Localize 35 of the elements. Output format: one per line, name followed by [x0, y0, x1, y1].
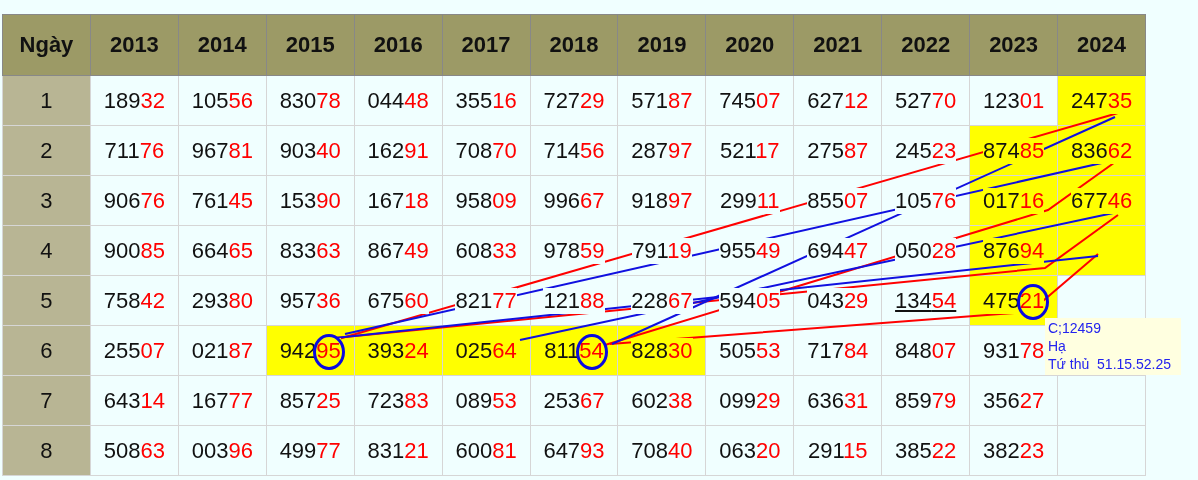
column-header: 2024 [1057, 14, 1146, 76]
day-cell: 6 [2, 325, 91, 376]
tooltip-text: Tứ thủ 51.15.52.25 [1048, 355, 1171, 373]
tooltip-text: Hạ [1048, 337, 1067, 355]
day-cell: 8 [2, 425, 91, 476]
table-cell: 01716 [983, 187, 1045, 214]
column-header: Ngày [2, 14, 91, 76]
table-cell: 82177 [455, 287, 517, 314]
column-header: 2015 [266, 14, 355, 76]
table-cell: 69447 [807, 237, 869, 264]
column-header: 2018 [530, 14, 618, 76]
column-header: 2014 [178, 14, 267, 76]
table-cell: 10576 [895, 187, 957, 214]
column-header: 2021 [793, 14, 882, 76]
day-cell: 4 [2, 225, 91, 276]
day-cell: 3 [2, 175, 91, 226]
day-cell: 1 [2, 75, 91, 126]
day-cell: 7 [2, 375, 91, 426]
column-header: 2019 [617, 14, 706, 76]
column-header: 2022 [881, 14, 970, 76]
table-cell: 12188 [543, 287, 605, 314]
column-header: 2020 [705, 14, 794, 76]
tooltip-text: C;12459 [1048, 319, 1102, 337]
table-cell: 05028 [895, 237, 957, 264]
column-header: 2023 [969, 14, 1058, 76]
table-cell: 67746 [1070, 187, 1133, 214]
table-cell: 87485 [983, 137, 1045, 164]
column-header: 2017 [442, 14, 531, 76]
column-header: 2016 [354, 14, 443, 76]
table-cell: 87694 [983, 237, 1045, 264]
table-cell: 59405 [719, 287, 781, 314]
day-cell: 2 [2, 125, 91, 176]
day-cell: 5 [2, 275, 91, 326]
column-header: 2013 [90, 14, 179, 76]
table-cell: 79119 [632, 237, 692, 264]
